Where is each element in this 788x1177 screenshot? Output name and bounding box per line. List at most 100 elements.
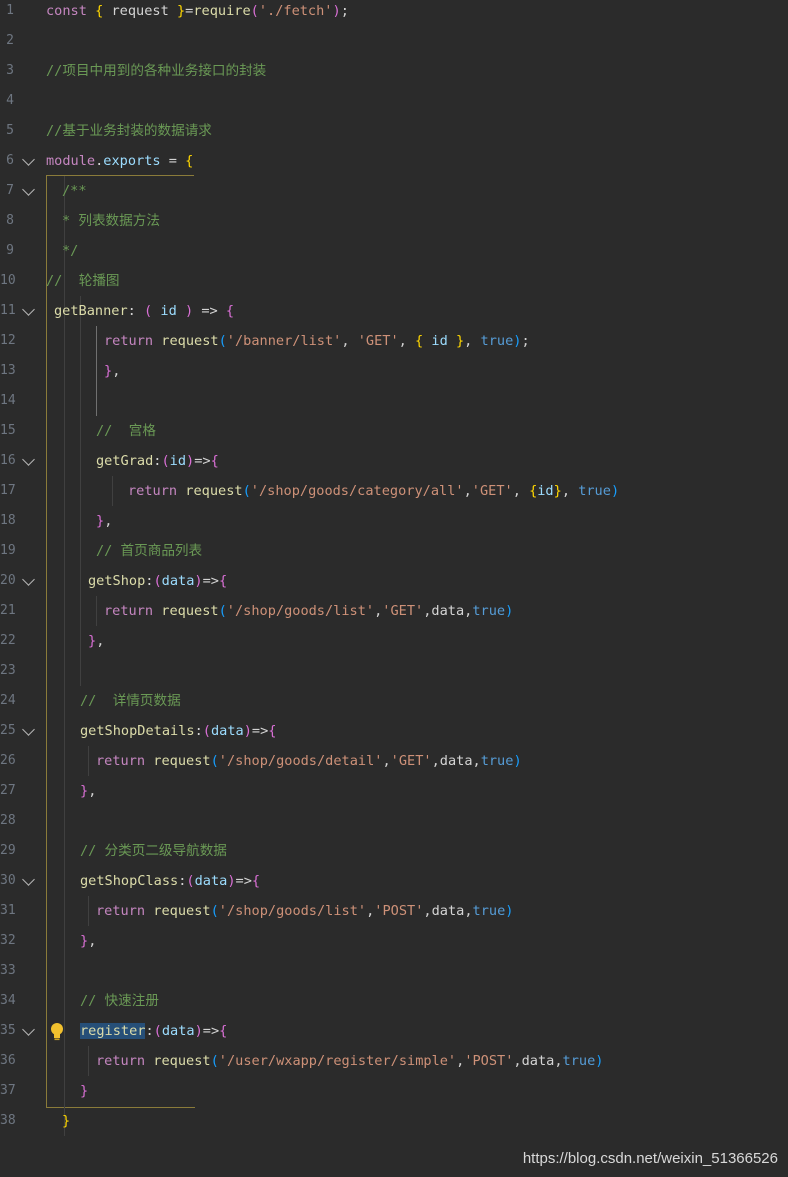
line-number: 7 [6,183,14,198]
code-line[interactable]: 24 // 详情页数据 [0,686,788,716]
code-token: './fetch' [258,3,333,19]
line-number: 27 [0,783,16,798]
line-number: 32 [0,933,16,948]
code-line[interactable]: 8 * 列表数据方法 [0,206,788,236]
fold-chevron-icon[interactable] [22,303,35,316]
code-line[interactable]: 36 return request('/user/wxapp/register/s… [0,1046,788,1076]
code-token: true [480,753,514,769]
code-token: // 宫格 [96,423,156,439]
code-line[interactable]: 33 [0,956,788,986]
code-line[interactable]: 3 //项目中用到的各种业务接口的封装 [0,56,788,86]
code-token: : [194,723,203,739]
code-line[interactable]: 14 [0,386,788,416]
fold-chevron-icon[interactable] [22,153,35,166]
code-line[interactable]: 4 [0,86,788,116]
line-number: 13 [0,363,16,378]
code-line[interactable]: 28 [0,806,788,836]
code-token: ,data, [423,603,473,619]
fold-chevron-icon[interactable] [22,873,35,886]
code-line[interactable]: 18}, [0,506,788,536]
code-line[interactable]: 6 module.exports = { [0,146,788,176]
line-number: 15 [0,423,16,438]
code-token: , [464,333,481,349]
code-line[interactable]: 25 getShopDetails:(data)=>{ [0,716,788,746]
line-number: 29 [0,843,16,858]
code-line[interactable]: 38} [0,1106,788,1136]
code-text: */ [62,236,78,266]
code-token: return [96,903,154,919]
code-token: } [80,783,89,799]
watermark: https://blog.csdn.net/weixin_51366526 [522,1150,778,1167]
code-line[interactable]: 5 //基于业务封装的数据请求 [0,116,788,146]
code-text: getShop:(data)=>{ [88,566,227,596]
code-token: /** [62,183,87,199]
code-text: //基于业务封装的数据请求 [46,116,212,146]
code-line[interactable]: 26 return request('/shop/goods/detail','G… [0,746,788,776]
code-line[interactable]: 16 getGrad:(id)=>{ [0,446,788,476]
code-token: getGrad [96,453,154,469]
code-line[interactable]: 37} [0,1076,788,1106]
fold-chevron-icon[interactable] [22,453,35,466]
code-token: request [153,903,211,919]
code-token: register [80,1023,146,1039]
code-line[interactable]: 31 return request('/shop/goods/list','POS… [0,896,788,926]
code-text: }, [88,626,104,656]
code-token: // 首页商品列表 [96,543,203,559]
line-number: 18 [0,513,16,528]
code-editor[interactable]: 1 const { request }=require('./fetch'); 2 3… [0,0,788,1140]
code-line[interactable]: 9 */ [0,236,788,266]
code-token: , [398,333,416,349]
code-token: ,data, [431,753,481,769]
code-line[interactable]: 1 const { request }=require('./fetch'); [0,0,788,26]
code-line[interactable]: 12 return request('/banner/list', 'GET', … [0,326,788,356]
code-token: { [219,1023,228,1039]
code-line[interactable]: 11 getBanner: ( id ) => { [0,296,788,326]
code-token: { [225,303,235,319]
code-text: getShopDetails:(data)=>{ [80,716,276,746]
code-token: { [185,153,194,169]
code-token: return [96,1053,154,1069]
code-line[interactable]: 27}, [0,776,788,806]
code-line[interactable]: 17 return request('/shop/goods/category/a… [0,476,788,506]
fold-chevron-icon[interactable] [22,1023,35,1036]
code-token: } [80,933,89,949]
code-token: data [210,723,244,739]
line-number: 22 [0,633,16,648]
code-line[interactable]: 30 getShopClass:(data)=>{ [0,866,788,896]
code-text: } [80,1076,88,1106]
code-token: exports [103,153,161,169]
fold-chevron-icon[interactable] [22,183,35,196]
code-line[interactable]: 21 return request('/shop/goods/list','GET… [0,596,788,626]
code-token: getShopDetails [80,723,195,739]
code-token: { [268,723,277,739]
code-line[interactable]: 22}, [0,626,788,656]
code-text: } [62,1106,70,1136]
code-token: // 分类页二级导航数据 [80,843,227,859]
fold-chevron-icon[interactable] [22,723,35,736]
code-token: 'POST' [464,1053,514,1069]
code-token: */ [62,243,79,259]
code-line[interactable]: 15 // 宫格 [0,416,788,446]
lightbulb-icon[interactable] [49,1022,65,1042]
code-line[interactable]: 20 getShop:(data)=>{ [0,566,788,596]
code-line[interactable]: 29 // 分类页二级导航数据 [0,836,788,866]
code-line[interactable]: 23 [0,656,788,686]
code-token: id [431,333,448,349]
code-token: '/banner/list' [226,333,342,349]
code-line[interactable]: 2 [0,26,788,56]
line-number: 24 [0,693,16,708]
fold-chevron-icon[interactable] [22,573,35,586]
code-token: ) [227,873,236,889]
line-number: 8 [6,213,14,228]
code-line[interactable]: 13}, [0,356,788,386]
code-text: getBanner: ( id ) => { [54,296,234,326]
code-line[interactable]: 35 register:(data)=>{ [0,1016,788,1046]
code-line[interactable]: 19 // 首页商品列表 [0,536,788,566]
code-line[interactable]: 7 /** [0,176,788,206]
code-token: { [218,573,228,589]
code-line[interactable]: 32}, [0,926,788,956]
code-token: request [153,1053,211,1069]
code-line[interactable]: 10 // 轮播图 [0,266,788,296]
code-token: request [111,3,177,19]
code-line[interactable]: 34 // 快速注册 [0,986,788,1016]
